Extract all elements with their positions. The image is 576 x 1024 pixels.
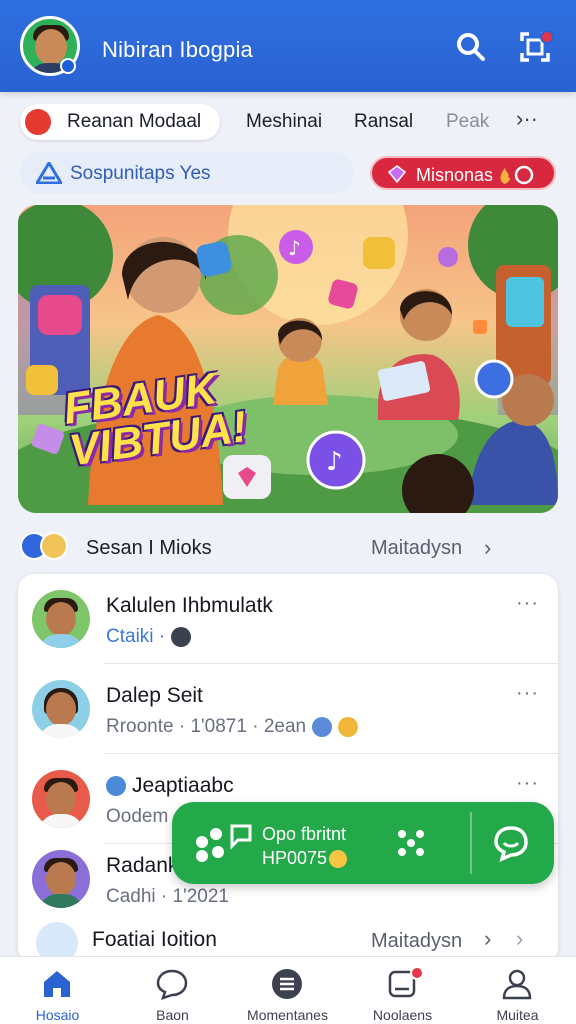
- suggestion-chip-label: Sospunitaps Yes: [70, 163, 211, 184]
- tab-category-3[interactable]: Ransal: [354, 111, 413, 133]
- list-item-name: Dalep Seit: [106, 684, 203, 707]
- notification-badge: [410, 966, 424, 980]
- nav-moments-label: Momentanes: [247, 1007, 328, 1023]
- nav-chat[interactable]: Baon: [115, 957, 230, 1024]
- more-options-button[interactable]: ···: [516, 682, 539, 705]
- chevron-right-icon[interactable]: ›: [516, 926, 523, 952]
- nav-notifications-label: Noolaens: [372, 1007, 433, 1023]
- list-item[interactable]: Dalep Seit Rroonte · 1'0871 · 2ean ···: [18, 664, 558, 754]
- list-footer-link[interactable]: Maitadysn: [371, 930, 462, 953]
- chat-bubble-icon: [171, 626, 192, 647]
- chevron-right-icon[interactable]: ›: [484, 535, 491, 561]
- section-header: Sesan I Mioks Maitadysn ›: [20, 532, 556, 564]
- avatar: [32, 770, 90, 828]
- tab-category-4[interactable]: Peak: [446, 111, 489, 133]
- chat-bubble-icon: [156, 969, 188, 1000]
- app-title: Nibiran Ibogpia: [102, 37, 253, 62]
- menu-list-icon: [272, 969, 302, 999]
- more-categories-button[interactable]: ›··: [516, 106, 538, 132]
- list-item-meta: Cadhi · 1'2021: [106, 886, 229, 907]
- section-icon-2: [40, 532, 68, 560]
- list-item-meta: Ctaiki ·: [106, 626, 192, 648]
- tab-category-1-label[interactable]: Reanan Modaal: [67, 111, 201, 133]
- list-item-meta: Rroonte · 1'0871 · 2ean: [106, 716, 359, 738]
- list-item-name: Radank: [106, 854, 179, 877]
- section-title: Sesan I Mioks: [86, 537, 212, 559]
- share-nodes-icon[interactable]: [396, 828, 426, 858]
- premium-chip[interactable]: Misnonas: [370, 156, 556, 190]
- nav-notifications[interactable]: Noolaens: [345, 957, 460, 1024]
- bottom-navigation: Hosaio Baon Momentanes Noolaens Muitea: [0, 956, 576, 1024]
- globe-icon: [312, 716, 333, 737]
- nav-profile[interactable]: Muitea: [460, 957, 575, 1024]
- action-bar-subtitle: HP0075: [262, 848, 348, 869]
- nav-chat-label: Baon: [156, 1007, 189, 1023]
- list-item-name: Kalulen Ihbmulatk: [106, 594, 273, 617]
- avatar: [32, 850, 90, 908]
- avatar: [32, 590, 90, 648]
- list-item-meta: Oodem: [106, 806, 169, 827]
- suggestion-chip[interactable]: Sospunitaps Yes: [20, 152, 354, 194]
- featured-banner[interactable]: ♪ ♪ FBAUK VIBTUA!: [18, 205, 558, 513]
- chevron-right-icon[interactable]: ›: [484, 926, 491, 952]
- svg-text:♪: ♪: [288, 236, 301, 260]
- nav-home-label: Hosaio: [35, 1007, 80, 1023]
- nav-profile-label: Muitea: [496, 1007, 539, 1023]
- avatar: [32, 680, 90, 738]
- category-tabs: Reanan Modaal Meshinai Ransal Peak ›··: [0, 96, 576, 148]
- triangle-logo-icon: [36, 162, 62, 184]
- flame-chat-icon: [500, 165, 534, 185]
- svg-text:♪: ♪: [326, 447, 343, 477]
- gem-icon: [388, 165, 406, 183]
- action-bar-title: Opo fbritnt: [262, 824, 347, 844]
- list-item-name: Jeaptiaabc: [106, 774, 234, 798]
- search-icon[interactable]: [454, 30, 488, 64]
- verified-badge-icon: [60, 58, 76, 74]
- conversation-list: Kalulen Ihbmulatk Ctaiki · ··· Dalep Sei…: [18, 574, 558, 964]
- chat-icon[interactable]: [492, 824, 530, 862]
- premium-chip-label: Misnonas: [416, 165, 494, 185]
- more-options-button[interactable]: ···: [516, 772, 539, 795]
- tab-category-2[interactable]: Meshinai: [246, 111, 322, 133]
- app-header: Nibiran Ibogpia: [0, 0, 576, 92]
- emoji-icon: [329, 850, 348, 869]
- home-icon: [44, 971, 70, 997]
- more-options-button[interactable]: ···: [516, 592, 539, 615]
- emoji-icon: [338, 716, 359, 737]
- floating-action-bar[interactable]: Opo fbritnt HP0075: [172, 802, 554, 884]
- list-item[interactable]: Kalulen Ihbmulatk Ctaiki · ···: [18, 574, 558, 664]
- nav-home[interactable]: Hosaio: [0, 957, 115, 1024]
- nav-moments[interactable]: Momentanes: [230, 957, 345, 1024]
- mini-avatar-icon: [106, 776, 126, 797]
- flame-icon: [25, 109, 51, 135]
- scan-notification-dot: [540, 30, 554, 44]
- group-chat-icon: [196, 824, 252, 862]
- list-footer-label: Foatiai Ioition: [92, 928, 217, 951]
- section-see-all-link[interactable]: Maitadysn: [371, 537, 462, 560]
- profile-icon: [502, 969, 532, 1000]
